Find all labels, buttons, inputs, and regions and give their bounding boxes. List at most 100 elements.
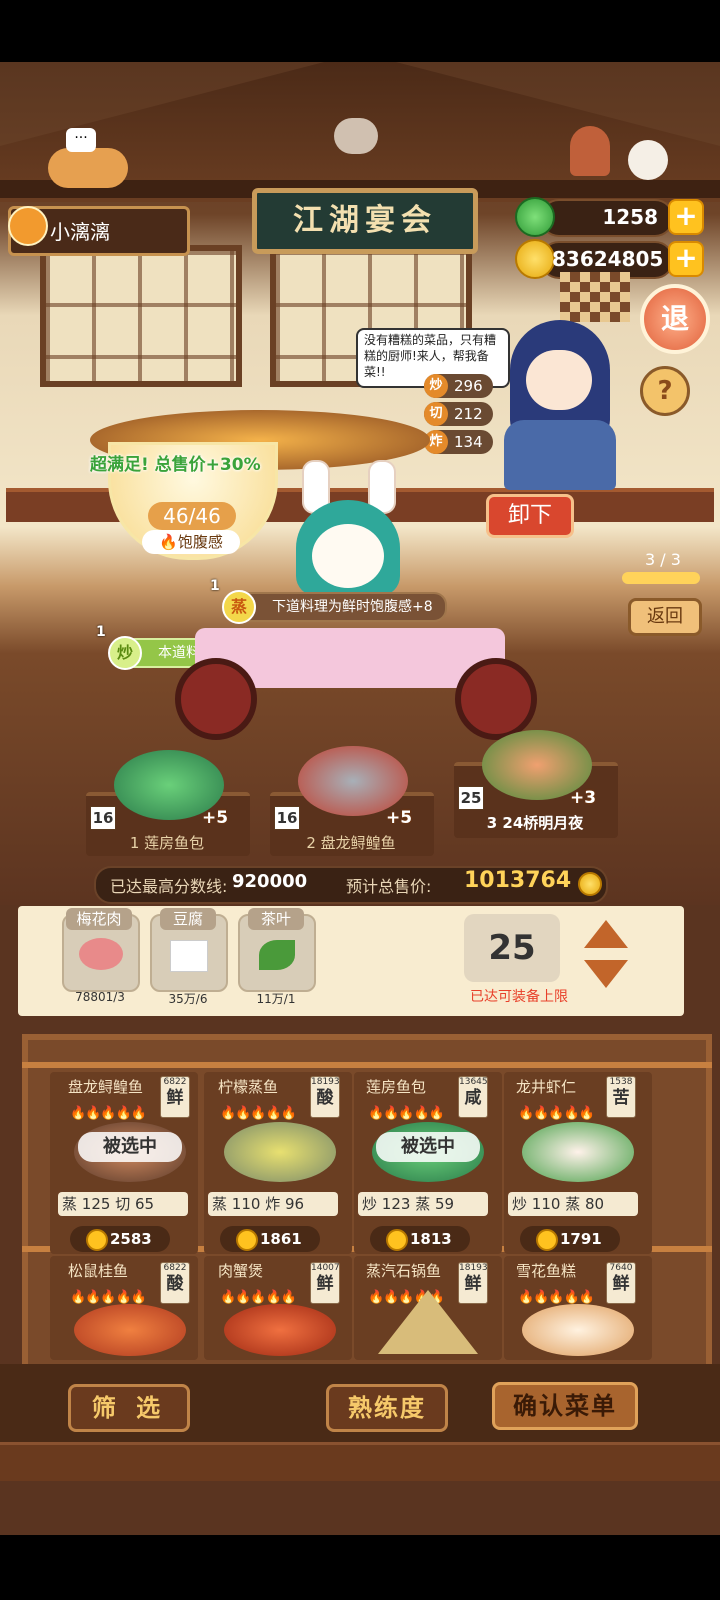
- cut-icon: 切: [424, 402, 448, 426]
- stat-value: 110: [531, 1195, 561, 1213]
- dish-badge: 1538 苦: [606, 1076, 636, 1118]
- dish-taste: 酸: [166, 1274, 184, 1294]
- dish-flames: 🔥🔥🔥🔥🔥: [220, 1106, 297, 1121]
- satisfaction-bonus: 超满足! 总售价+30%: [90, 455, 261, 475]
- selected-tag: 被选中: [376, 1132, 480, 1162]
- dish-name: 松鼠桂鱼: [68, 1262, 129, 1280]
- coin-icon: [515, 239, 555, 279]
- tip-count: 1: [96, 624, 106, 640]
- dish-taste: 酸: [316, 1088, 334, 1108]
- ingredient-label: 豆腐: [160, 908, 216, 930]
- slot-index: 2: [306, 834, 316, 852]
- dish-badge: 6822 鲜: [160, 1076, 190, 1118]
- back-button[interactable]: 返回: [628, 598, 702, 636]
- dish-price: 1861: [220, 1226, 320, 1252]
- stat-value: 65: [135, 1195, 155, 1213]
- glasses-mascot-icon: [334, 118, 378, 154]
- dish-taste: 苦: [612, 1088, 630, 1108]
- bunny-helper[interactable]: [282, 460, 414, 610]
- jade-gem-icon: [515, 197, 555, 237]
- dish-badge-num: 18193: [459, 1263, 488, 1273]
- slot-name: 1 莲房鱼包: [92, 832, 242, 853]
- price-value: 1813: [410, 1230, 452, 1248]
- add-coins-button[interactable]: +: [668, 241, 704, 277]
- dish-badge-num: 6822: [163, 1077, 187, 1087]
- skill-value: 134: [454, 433, 483, 451]
- dish-price: 2583: [70, 1226, 170, 1252]
- dish-badge: 13645 咸: [458, 1076, 488, 1118]
- dish-name: 莲房鱼包: [366, 1078, 427, 1096]
- dish-flames: 🔥🔥🔥🔥🔥: [70, 1290, 147, 1305]
- max-score-value: 920000: [232, 871, 308, 892]
- slot-name-text: 盘龙鲟鳇鱼: [320, 834, 396, 852]
- slot-name: 2 盘龙鲟鳇鱼: [276, 832, 426, 853]
- slot-fire: +3: [570, 788, 597, 808]
- dish-name: 蒸汽石锅鱼: [366, 1262, 442, 1280]
- dish-badge-num: 1538: [609, 1077, 633, 1087]
- dish-badge-num: 14007: [311, 1263, 340, 1273]
- dish-price: 1813: [370, 1226, 470, 1252]
- stat-value: 59: [435, 1195, 455, 1213]
- dish-flames: 🔥🔥🔥🔥🔥: [368, 1106, 445, 1121]
- exit-button[interactable]: 退: [640, 284, 710, 354]
- price-value: 1861: [260, 1230, 302, 1248]
- npc-figure-icon: [570, 126, 610, 176]
- slot-level: 25: [458, 786, 484, 810]
- stat-skill: 蒸: [212, 1195, 228, 1213]
- dish-flames: 🔥🔥🔥🔥🔥: [518, 1106, 595, 1121]
- dish-stats: 蒸 125 切 65: [58, 1192, 188, 1216]
- slot-fire: +5: [202, 808, 229, 828]
- selected-tag: 被选中: [78, 1132, 182, 1162]
- ingredient-count: 35万/6: [168, 992, 208, 1006]
- chef-character[interactable]: [500, 320, 620, 490]
- squirrel-fish-icon: [74, 1304, 186, 1356]
- stir-fry-icon: 炒: [424, 374, 448, 398]
- cat-mascot-icon: [48, 148, 128, 188]
- steam-pot-icon: [378, 1290, 478, 1354]
- fish-cake-icon: [522, 1304, 634, 1356]
- dragon-fish-dish-icon: [298, 746, 408, 816]
- add-gems-button[interactable]: +: [668, 199, 704, 235]
- crab-pot-icon: [224, 1304, 336, 1356]
- restaurant-sign: 江湖宴会: [252, 188, 478, 254]
- slot-fire: +5: [386, 808, 413, 828]
- unload-chef-button[interactable]: 卸下: [486, 494, 574, 538]
- left-window: [40, 245, 242, 387]
- dish-name: 盘龙鲟鳇鱼: [68, 1078, 144, 1096]
- slot-level: 16: [274, 806, 300, 830]
- slot-name-text: 24桥明月夜: [502, 814, 584, 832]
- help-button[interactable]: ?: [640, 366, 690, 416]
- fire-icon: 🔥: [159, 533, 178, 551]
- filter-button[interactable]: 筛 选: [68, 1384, 190, 1432]
- equip-limit-text: 已达可装备上限: [470, 989, 568, 1005]
- stat-skill: 炒: [362, 1195, 378, 1213]
- top-letterbox: [0, 0, 720, 62]
- ingredient-count: 78801/3: [75, 990, 125, 1004]
- price-value: 2583: [110, 1230, 152, 1248]
- dish-stats: 蒸 110 炸 96: [208, 1192, 338, 1216]
- dish-flames: 🔥🔥🔥🔥🔥: [220, 1290, 297, 1305]
- dish-name: 柠檬蒸鱼: [218, 1078, 279, 1096]
- rack-rail: [22, 1062, 712, 1068]
- dish-taste: 咸: [464, 1088, 482, 1108]
- total-price-value: 1013764: [464, 868, 572, 893]
- dish-badge: 6822 酸: [160, 1262, 190, 1304]
- ingredient-count: 11万/1: [256, 992, 296, 1006]
- coin-icon: [578, 872, 602, 896]
- tip-count: 1: [210, 578, 220, 594]
- coin-icon: [386, 1229, 408, 1251]
- slot-name: 3 24桥明月夜: [460, 812, 610, 833]
- stat-value: 96: [285, 1195, 305, 1213]
- stat-skill: 切: [115, 1195, 131, 1213]
- white-pet-icon: [628, 140, 668, 180]
- coin-icon: [536, 1229, 558, 1251]
- fullness-label: 🔥饱腹感: [142, 530, 240, 554]
- fullness-label-text: 饱腹感: [177, 533, 223, 551]
- arrow-down-icon[interactable]: [584, 960, 628, 988]
- gem-count: 1258: [602, 205, 658, 229]
- confirm-menu-button[interactable]: 确认菜单: [492, 1382, 638, 1430]
- player-avatar[interactable]: [4, 200, 48, 252]
- proficiency-button[interactable]: 熟练度: [326, 1384, 448, 1432]
- arrow-up-icon[interactable]: [584, 920, 628, 948]
- floor-edge: [0, 1442, 720, 1481]
